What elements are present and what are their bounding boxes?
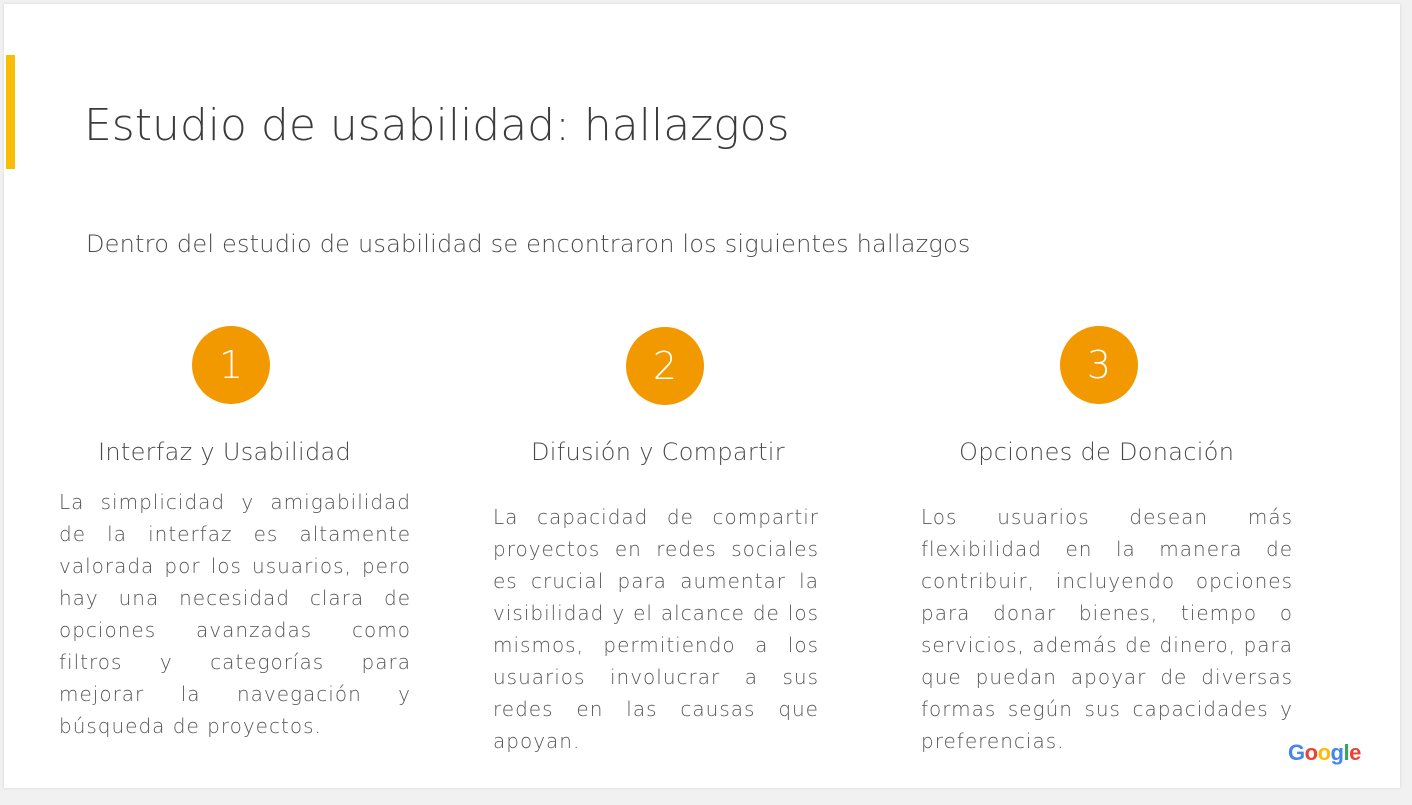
logo-letter: g: [1330, 740, 1344, 765]
google-logo: Google: [1288, 740, 1361, 766]
finding-1-body: La simplicidad y amigabilidad de la inte…: [59, 490, 411, 738]
logo-letter: o: [1317, 740, 1331, 765]
logo-letter: o: [1304, 740, 1318, 765]
title-accent-bar: [6, 55, 15, 169]
finding-1-number: 1: [218, 343, 244, 387]
finding-2-number-badge: 2: [626, 327, 704, 405]
slide-subtitle: Dentro del estudio de usabilidad se enco…: [86, 230, 971, 258]
finding-1-title: Interfaz y Usabilidad: [98, 438, 352, 466]
slide-title: Estudio de usabilidad: hallazgos: [84, 100, 790, 151]
logo-letter: e: [1349, 740, 1361, 765]
finding-3-body: Los usuarios desean más flexibilidad en …: [921, 505, 1293, 753]
finding-1-number-badge: 1: [192, 326, 270, 404]
finding-2-title: Difusión y Compartir: [531, 438, 785, 466]
finding-3-number: 3: [1086, 343, 1112, 387]
finding-2-body: La capacidad de compartir proyectos en r…: [493, 505, 819, 753]
logo-letter: G: [1288, 740, 1305, 765]
finding-3-title: Opciones de Donación: [959, 438, 1235, 466]
finding-3-number-badge: 3: [1060, 326, 1138, 404]
slide: Estudio de usabilidad: hallazgos Dentro …: [4, 4, 1400, 788]
finding-2-number: 2: [652, 344, 678, 388]
